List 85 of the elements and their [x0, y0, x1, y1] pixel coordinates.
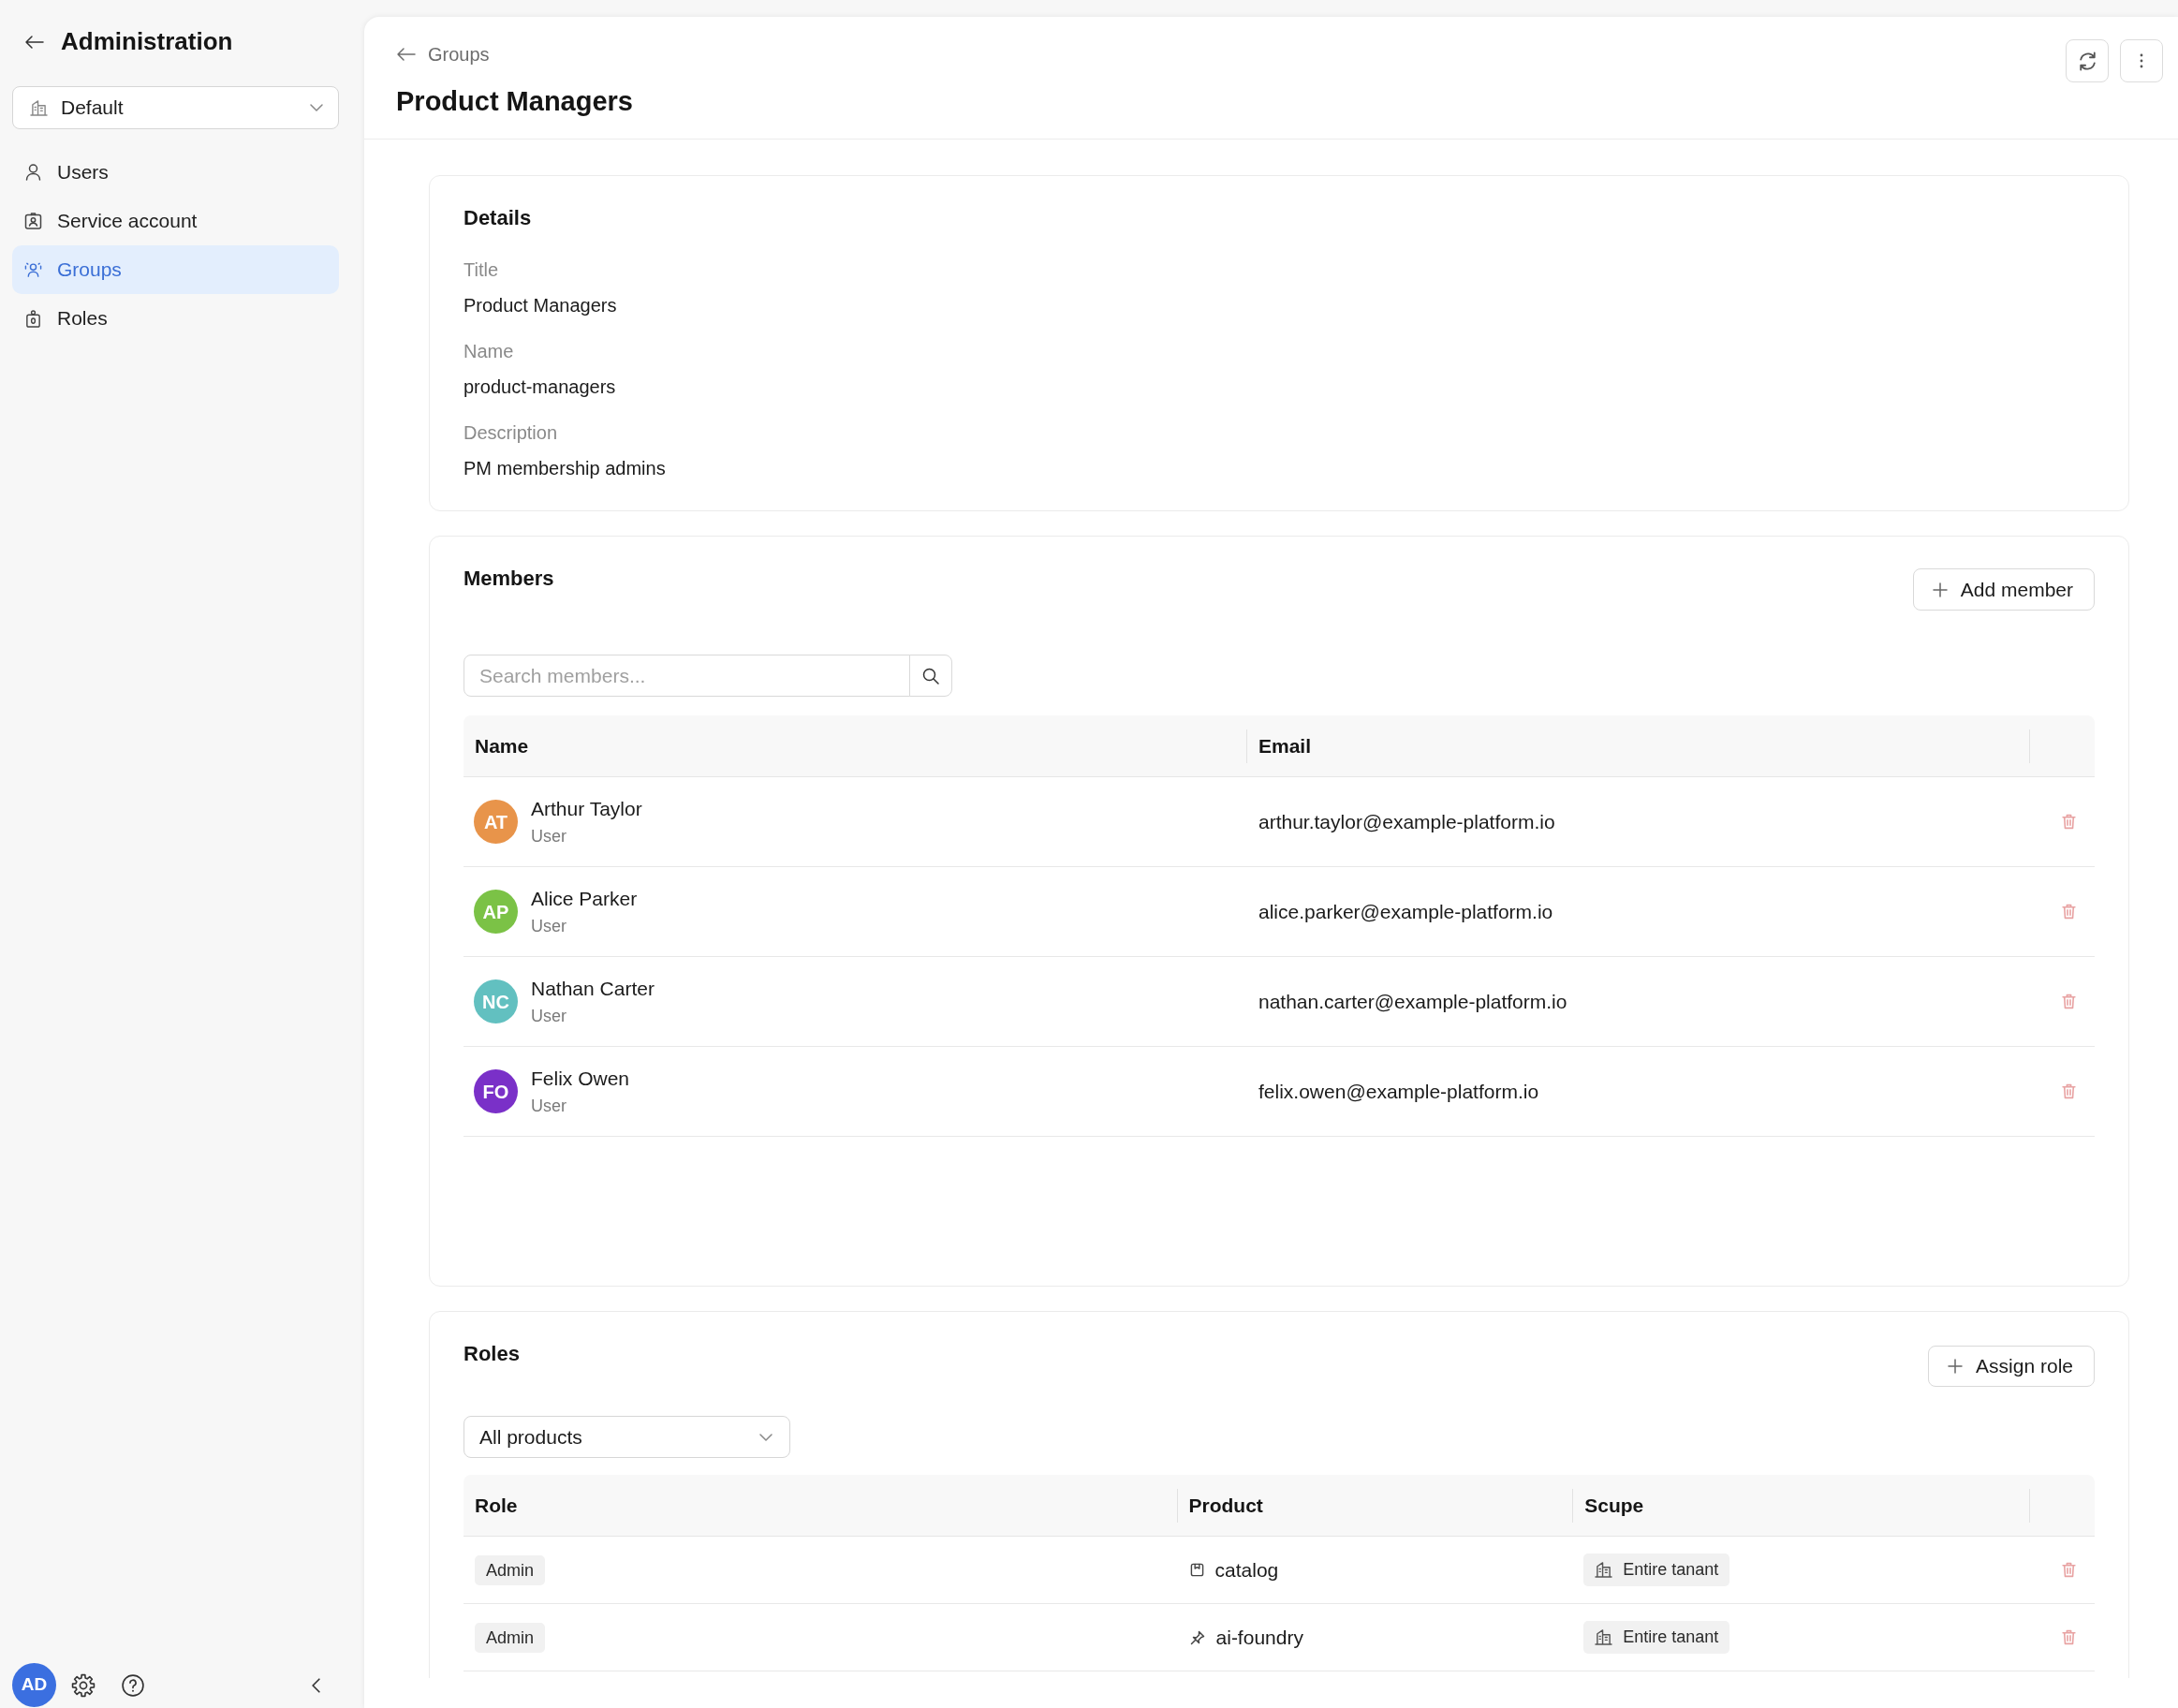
settings-icon[interactable]	[72, 1673, 95, 1697]
member-avatar: AP	[474, 890, 518, 934]
assign-role-button[interactable]: Assign role	[1928, 1346, 2095, 1387]
member-avatar: NC	[474, 979, 518, 1023]
member-type: User	[531, 915, 567, 937]
sidebar-title: Administration	[61, 27, 233, 57]
role-badge: Admin	[475, 1623, 546, 1654]
back-arrow-icon[interactable]	[25, 36, 44, 49]
section-title: Members	[464, 566, 554, 592]
plus-icon	[1932, 582, 1948, 597]
column-header: Product	[1188, 1493, 1263, 1518]
role-badge: Admin	[475, 1555, 546, 1586]
add-member-button[interactable]: Add member	[1912, 568, 2095, 611]
chevron-icon[interactable]	[312, 1677, 320, 1693]
field-label: Name	[464, 340, 514, 363]
member-type: User	[531, 1095, 567, 1117]
column-header: Email	[1258, 733, 1312, 758]
member-avatar: FO	[474, 1069, 518, 1113]
member-email: felix.owen@example-platform.io	[1258, 1080, 1539, 1102]
field-label: Description	[464, 421, 558, 445]
delete-button[interactable]	[2062, 1083, 2076, 1099]
member-type: User	[531, 1005, 567, 1027]
member-email: nathan.carter@example-platform.io	[1258, 990, 1567, 1012]
pin-icon	[1189, 1629, 1205, 1645]
product-name: ai-foundry	[1215, 1625, 1303, 1650]
member-type: User	[531, 825, 567, 847]
field-value: product-managers	[464, 375, 616, 399]
badge-icon	[24, 309, 42, 328]
member-name: Felix Owen	[531, 1066, 630, 1091]
trash-icon	[2062, 904, 2076, 920]
chevron-icon	[310, 104, 323, 111]
building-icon	[1595, 1629, 1613, 1645]
trash-icon	[2062, 1629, 2076, 1645]
id-card-icon	[24, 213, 42, 229]
building-icon	[30, 99, 48, 116]
question-circle-icon[interactable]	[122, 1673, 144, 1697]
building-icon	[1595, 1562, 1613, 1578]
delete-button[interactable]	[2062, 994, 2076, 1009]
scope-text: Entire tanant	[1623, 1559, 1719, 1581]
field-label: Title	[464, 258, 499, 282]
trash-icon	[2062, 1562, 2076, 1578]
search-button[interactable]	[909, 655, 952, 697]
trash-icon	[2062, 994, 2076, 1009]
search-icon	[922, 667, 939, 685]
member-name: Nathan Carter	[531, 976, 655, 1001]
delete-button[interactable]	[2062, 814, 2076, 830]
delete-button[interactable]	[2062, 904, 2076, 920]
trash-icon	[2062, 814, 2076, 830]
section-title: Details	[464, 205, 533, 231]
column-header: Name	[475, 733, 529, 758]
person-icon	[24, 164, 42, 181]
user-avatar[interactable]: AD	[12, 1663, 56, 1707]
vertical-dots-icon	[2140, 53, 2143, 68]
page-title: Product Managers	[396, 85, 633, 118]
breadcrumb-link[interactable]: Groups	[396, 39, 490, 69]
member-name: Arthur Taylor	[531, 796, 642, 821]
chevron-icon	[759, 1433, 773, 1441]
sidebar-item[interactable]: Users	[12, 148, 339, 197]
refresh-icon	[2079, 51, 2096, 71]
member-name: Alice Parker	[531, 886, 638, 911]
product-name: catalog	[1214, 1557, 1279, 1583]
sidebar-item[interactable]: Groups	[12, 245, 339, 294]
search-field[interactable]: Search members...	[464, 655, 910, 697]
column-header: Role	[475, 1493, 518, 1518]
member-email: arthur.taylor@example-platform.io	[1258, 810, 1555, 832]
delete-button[interactable]	[2062, 1562, 2076, 1578]
product-filter-select[interactable]: All products	[464, 1416, 790, 1458]
plus-icon	[1948, 1359, 1964, 1374]
delete-button[interactable]	[2062, 1629, 2076, 1645]
tenant-select[interactable]: Default	[12, 86, 339, 129]
member-avatar: AT	[474, 800, 518, 844]
member-email: alice.parker@example-platform.io	[1258, 900, 1553, 922]
refresh-button[interactable]	[2066, 39, 2109, 82]
group-icon	[24, 261, 42, 278]
sidebar-item[interactable]: Roles	[12, 294, 339, 343]
column-header: Scupe	[1584, 1493, 1644, 1518]
sidebar-item[interactable]: Service account	[12, 197, 339, 245]
field-value: PM membership admins	[464, 457, 666, 480]
field-value: Product Managers	[464, 294, 617, 317]
more-options-button[interactable]	[2120, 39, 2163, 82]
trash-icon	[2062, 1083, 2076, 1099]
scope-text: Entire tanant	[1623, 1627, 1719, 1648]
section-title: Roles	[464, 1341, 520, 1367]
box-icon	[1189, 1563, 1204, 1577]
back-arrow-icon	[397, 48, 416, 61]
